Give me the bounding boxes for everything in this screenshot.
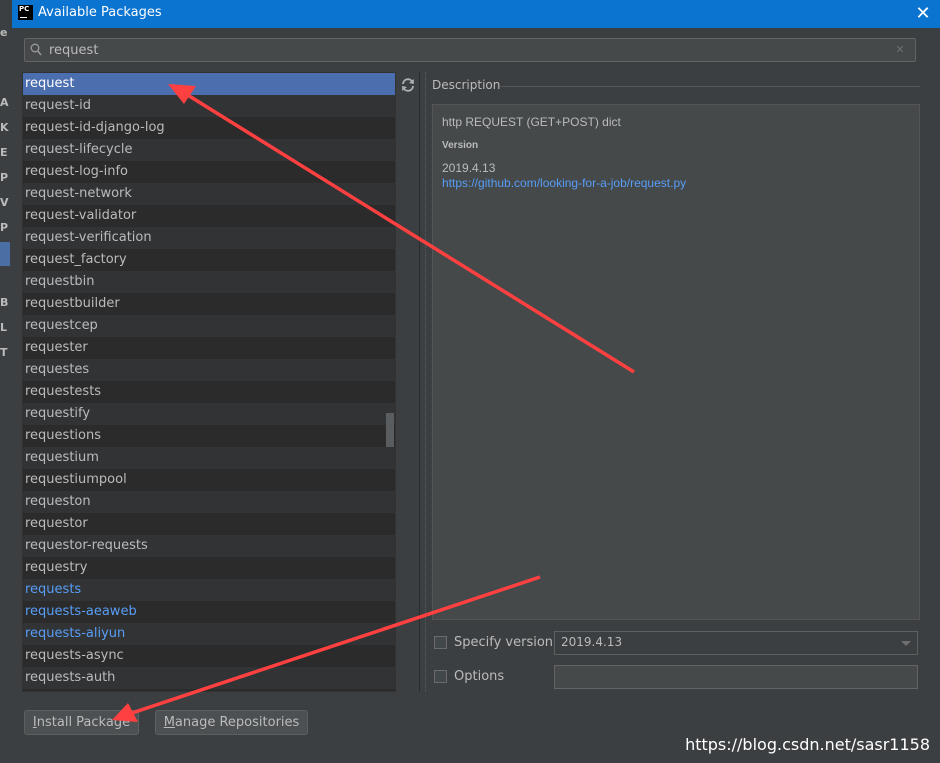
- close-icon[interactable]: ✕: [912, 3, 934, 25]
- version-heading: Version: [442, 140, 479, 151]
- package-item[interactable]: requester: [23, 337, 395, 359]
- package-item[interactable]: requestcep: [23, 315, 395, 337]
- install-label-rest: nstall Package: [36, 715, 131, 730]
- package-item[interactable]: requests-auth: [23, 667, 395, 689]
- background-ide-strip: e A K E P V P B L T: [0, 0, 12, 763]
- bg-letter: T: [0, 346, 8, 359]
- package-item[interactable]: requestiumpool: [23, 469, 395, 491]
- pycharm-logo-icon: PC: [18, 5, 33, 20]
- package-version: 2019.4.13: [442, 161, 496, 175]
- package-item[interactable]: request-verification: [23, 227, 395, 249]
- package-item[interactable]: requestor-requests: [23, 535, 395, 557]
- package-item[interactable]: requestor: [23, 513, 395, 535]
- specify-version-checkbox[interactable]: [434, 636, 447, 649]
- package-item[interactable]: requestry: [23, 557, 395, 579]
- package-item[interactable]: request-id: [23, 95, 395, 117]
- package-url-link[interactable]: https://github.com/looking-for-a-job/req…: [442, 176, 686, 190]
- package-item[interactable]: requestbin: [23, 271, 395, 293]
- list-scrollbar-thumb[interactable]: [386, 413, 394, 447]
- panel-splitter[interactable]: [425, 72, 428, 692]
- package-item[interactable]: requests-aliyun: [23, 623, 395, 645]
- package-item[interactable]: requestbuilder: [23, 293, 395, 315]
- bg-letter: E: [0, 146, 8, 159]
- install-package-button[interactable]: Install Package: [24, 710, 139, 735]
- package-item[interactable]: requests: [23, 579, 395, 601]
- package-item[interactable]: request-validator: [23, 205, 395, 227]
- package-item[interactable]: request-log-info: [23, 161, 395, 183]
- package-list[interactable]: request request-id request-id-django-log re…: [22, 72, 396, 692]
- package-item[interactable]: requeston: [23, 491, 395, 513]
- manage-repositories-button[interactable]: Manage Repositories: [155, 710, 308, 735]
- description-label: Description: [432, 78, 501, 92]
- manage-mnemonic: M: [163, 715, 175, 730]
- package-item[interactable]: request-id-django-log: [23, 117, 395, 139]
- description-panel: http REQUEST (GET+POST) dict Version 201…: [432, 104, 920, 620]
- list-toolbar: [396, 72, 420, 692]
- package-item[interactable]: request-network: [23, 183, 395, 205]
- package-item[interactable]: requests-async: [23, 645, 395, 667]
- bg-letter: V: [0, 196, 9, 209]
- package-item[interactable]: request_factory: [23, 249, 395, 271]
- bg-letter: B: [0, 296, 9, 309]
- package-item[interactable]: requestions: [23, 425, 395, 447]
- bg-letter: P: [0, 171, 9, 184]
- search-icon: [30, 43, 42, 56]
- available-packages-dialog: ✕ requestrequest-idrequest-id-django-log…: [12, 28, 940, 763]
- package-summary: http REQUEST (GET+POST) dict: [442, 115, 621, 129]
- options-input[interactable]: [554, 665, 918, 689]
- bg-selection-block: [0, 242, 10, 266]
- search-input[interactable]: [49, 41, 889, 59]
- package-item[interactable]: requestests: [23, 381, 395, 403]
- package-item[interactable]: request: [23, 73, 395, 95]
- version-select-value: 2019.4.13: [561, 635, 623, 649]
- dialog-titlebar: PC Available Packages ✕: [12, 0, 940, 28]
- version-select[interactable]: 2019.4.13: [554, 631, 918, 655]
- bg-letter: A: [0, 96, 9, 109]
- search-box[interactable]: ✕: [24, 38, 916, 62]
- bg-letter: P: [0, 221, 9, 234]
- chevron-down-icon: [901, 641, 911, 646]
- package-item[interactable]: requestes: [23, 359, 395, 381]
- options-checkbox[interactable]: [434, 670, 447, 683]
- dialog-title: Available Packages: [38, 5, 162, 20]
- package-item[interactable]: requestify: [23, 403, 395, 425]
- description-separator: [500, 86, 920, 87]
- bg-letter: K: [0, 121, 9, 134]
- refresh-icon[interactable]: [400, 77, 416, 93]
- package-item[interactable]: requestium: [23, 447, 395, 469]
- options-label[interactable]: Options: [454, 669, 504, 684]
- bg-letter: L: [0, 321, 8, 334]
- package-item[interactable]: request-lifecycle: [23, 139, 395, 161]
- manage-label-rest: anage Repositories: [174, 715, 300, 730]
- watermark: https://blog.csdn.net/sasr1158: [685, 735, 930, 754]
- bg-letter: e: [0, 26, 8, 39]
- specify-version-label[interactable]: Specify version: [454, 635, 553, 650]
- package-item[interactable]: requests-aeaweb: [23, 601, 395, 623]
- clear-search-icon[interactable]: ✕: [893, 42, 907, 58]
